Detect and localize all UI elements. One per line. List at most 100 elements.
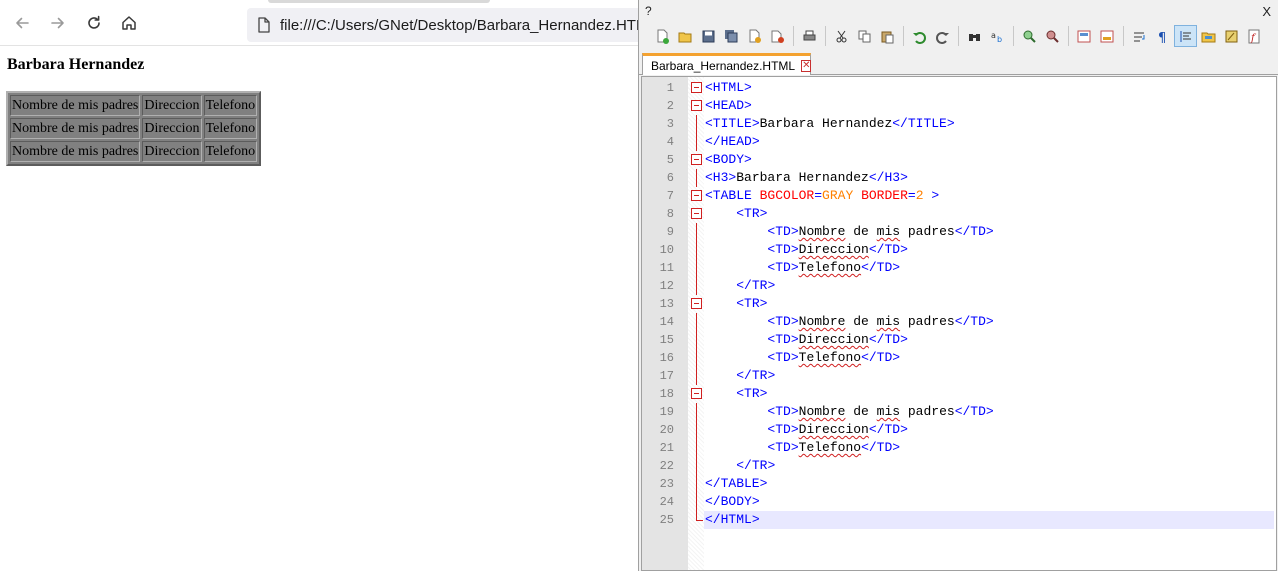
code-line[interactable]: 25 </HTML> <box>642 511 1276 529</box>
cut-button[interactable] <box>830 25 853 47</box>
code-lines: 1 <HTML> 2 <HEAD> 3 <TITLE>Barbara Hernandez<… <box>642 79 1276 529</box>
fold-toggle-icon[interactable] <box>691 298 702 309</box>
line-number: 11 <box>659 261 674 275</box>
code-line[interactable]: 5 <BODY> <box>642 151 1276 169</box>
print-button[interactable] <box>798 25 821 47</box>
code-editor[interactable]: 1 <HTML> 2 <HEAD> 3 <TITLE>Barbara Hernandez<… <box>641 76 1277 571</box>
open-file-button[interactable] <box>674 25 697 47</box>
sync-horizontal-button[interactable] <box>1096 25 1119 47</box>
reload-icon <box>88 15 100 29</box>
code-line[interactable]: 8 <TR> <box>642 205 1276 223</box>
table-cell: Telefono <box>203 141 258 162</box>
line-number: 5 <box>666 153 674 167</box>
back-button[interactable] <box>10 11 34 35</box>
code-line[interactable]: 9 <TD>Nombre de mis padres</TD> <box>642 223 1276 241</box>
find-icon <box>969 33 980 41</box>
code-line[interactable]: 16 <TD>Telefono</TD> <box>642 349 1276 367</box>
folder-workspace-button[interactable] <box>1197 25 1220 47</box>
code-line[interactable]: 20 <TD>Direccion</TD> <box>642 421 1276 439</box>
sync-vertical-button[interactable] <box>1073 25 1096 47</box>
toolbar-separator <box>1013 26 1014 46</box>
file-icon <box>257 17 271 33</box>
code-line[interactable]: 22 </TR> <box>642 457 1276 475</box>
code-text: <HTML> <box>705 80 752 95</box>
replace-button[interactable]: ab <box>986 25 1009 47</box>
code-line[interactable]: 23 </TABLE> <box>642 475 1276 493</box>
new-file-button[interactable] <box>651 25 674 47</box>
demo-table: Nombre de mis padres Direccion Telefono Nom… <box>6 91 262 166</box>
code-text: </TR> <box>736 278 776 293</box>
close-document-button[interactable]: X <box>1262 4 1271 19</box>
fold-toggle-icon[interactable] <box>691 154 702 165</box>
code-line[interactable]: 10 <TD>Direccion</TD> <box>642 241 1276 259</box>
show-all-chars-button[interactable]: ¶ <box>1151 25 1174 47</box>
word-wrap-button[interactable] <box>1128 25 1151 47</box>
fold-end-marker <box>696 511 703 521</box>
table-row: Nombre de mis padres Direccion Telefono <box>10 118 258 139</box>
code-line[interactable]: 1 <HTML> <box>642 79 1276 97</box>
code-line[interactable]: 21 <TD>Telefono</TD> <box>642 439 1276 457</box>
code-line[interactable]: 6 <H3>Barbara Hernandez</H3> <box>642 169 1276 187</box>
zoom-in-button[interactable] <box>1018 25 1041 47</box>
code-line[interactable]: 17 </TR> <box>642 367 1276 385</box>
line-number: 12 <box>659 279 674 293</box>
code-line[interactable]: 19 <TD>Nombre de mis padres</TD> <box>642 403 1276 421</box>
fold-toggle-icon[interactable] <box>691 388 702 399</box>
table-cell: Direccion <box>142 95 202 116</box>
code-line[interactable]: 15 <TD>Direccion</TD> <box>642 331 1276 349</box>
code-text: <TD>Direccion</TD> <box>767 332 908 347</box>
fold-toggle-icon[interactable] <box>691 208 702 219</box>
home-icon <box>122 16 136 30</box>
new-file-icon <box>657 29 669 44</box>
print-icon <box>803 30 816 40</box>
undo-button[interactable] <box>908 25 931 47</box>
fold-toggle-icon[interactable] <box>691 190 702 201</box>
code-line[interactable]: 12 </TR> <box>642 277 1276 295</box>
function-list-button[interactable]: f <box>1243 25 1266 47</box>
close-icon <box>749 29 761 43</box>
line-number: 10 <box>659 243 674 257</box>
copy-button[interactable] <box>853 25 876 47</box>
fold-toggle-icon[interactable] <box>691 82 702 93</box>
code-line[interactable]: 14 <TD>Nombre de mis padres</TD> <box>642 313 1276 331</box>
document-tab-bar: Barbara_Hernandez.HTML ✕ <box>639 50 1278 75</box>
save-all-button[interactable] <box>720 25 743 47</box>
function-list-icon: f <box>1248 29 1260 44</box>
toolbar-separator <box>1123 26 1124 46</box>
fold-toggle-icon[interactable] <box>691 100 702 111</box>
code-line[interactable]: 2 <HEAD> <box>642 97 1276 115</box>
svg-text:b: b <box>997 35 1002 44</box>
indent-guide-button[interactable] <box>1174 25 1197 47</box>
reload-button[interactable] <box>82 11 106 35</box>
document-map-button[interactable] <box>1220 25 1243 47</box>
address-bar[interactable]: file:///C:/Users/GNet/Desktop/Barbara_He… <box>247 8 638 42</box>
find-button[interactable] <box>963 25 986 47</box>
code-line[interactable]: 24 </BODY> <box>642 493 1276 511</box>
code-line[interactable]: 4 </HEAD> <box>642 133 1276 151</box>
table-cell: Nombre de mis padres <box>10 141 141 162</box>
tab-close-icon[interactable]: ✕ <box>801 59 812 72</box>
line-number: 22 <box>659 459 674 473</box>
code-text: <TR> <box>736 386 768 401</box>
save-icon <box>702 30 715 42</box>
fold-line <box>696 349 697 367</box>
code-line[interactable]: 7 <TABLE BGCOLOR=GRAY BORDER=2 > <box>642 187 1276 205</box>
code-line[interactable]: 3 <TITLE>Barbara Hernandez</TITLE> <box>642 115 1276 133</box>
redo-button[interactable] <box>931 25 954 47</box>
zoom-out-button[interactable] <box>1041 25 1064 47</box>
tab-barbara-hernandez[interactable]: Barbara_Hernandez.HTML ✕ <box>642 53 812 75</box>
close-button[interactable] <box>743 25 766 47</box>
arrow-left-icon <box>16 17 29 29</box>
code-line[interactable]: 13 <TR> <box>642 295 1276 313</box>
undo-icon <box>913 31 926 44</box>
save-button[interactable] <box>697 25 720 47</box>
close-all-button[interactable] <box>766 25 789 47</box>
home-button[interactable] <box>117 11 141 35</box>
help-menu[interactable]: ? <box>645 4 652 18</box>
code-line[interactable]: 11 <TD>Telefono</TD> <box>642 259 1276 277</box>
forward-button[interactable] <box>46 11 70 35</box>
address-bar-url: file:///C:/Users/GNet/Desktop/Barbara_He… <box>280 16 638 34</box>
code-line[interactable]: 18 <TR> <box>642 385 1276 403</box>
zoom-in-icon <box>1023 30 1036 43</box>
paste-button[interactable] <box>876 25 899 47</box>
